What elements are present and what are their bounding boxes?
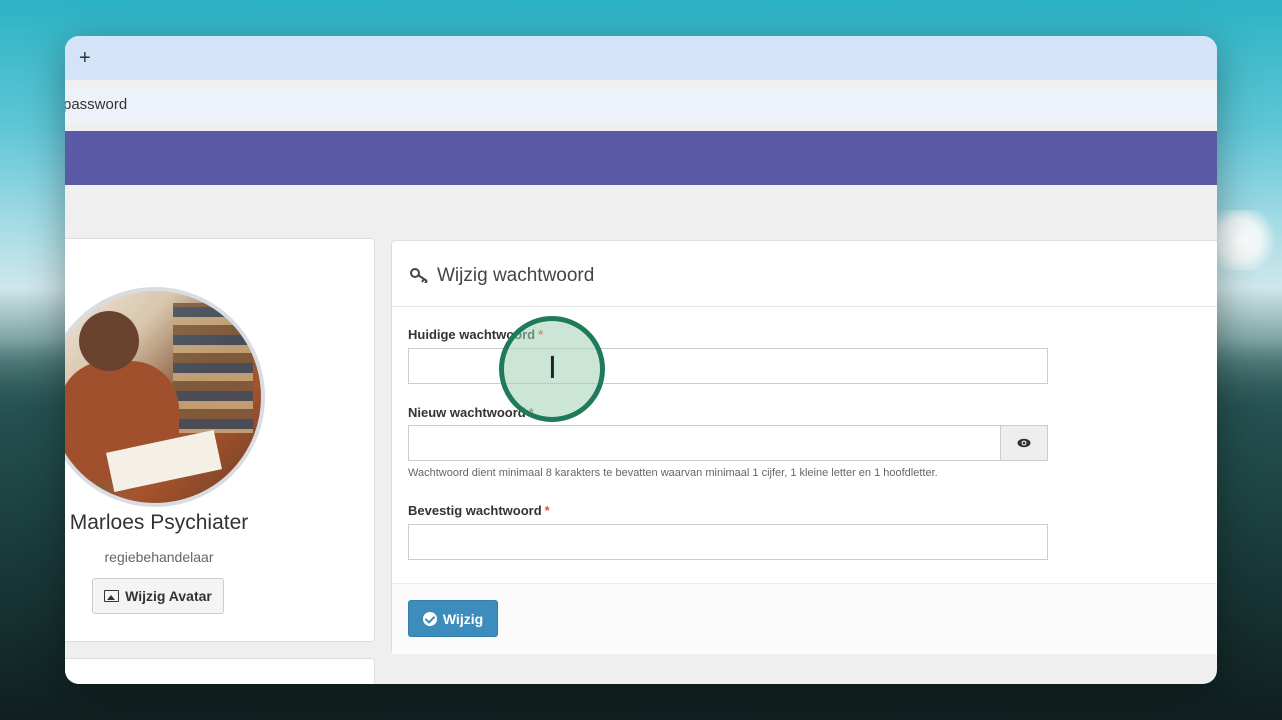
change-password-card: Wijzig wachtwoord Huidige wachtwoord* Ni…	[391, 240, 1217, 654]
confirm-password-label: Bevestig wachtwoord *	[408, 503, 550, 518]
confirm-password-input[interactable]	[408, 524, 1048, 560]
confirm-password-label-text: Bevestig wachtwoord	[408, 503, 542, 518]
required-marker: *	[544, 503, 550, 518]
top-navbar	[65, 131, 1217, 185]
secondary-card	[65, 658, 375, 684]
card-title: Wijzig wachtwoord	[437, 265, 595, 286]
profile-role: regiebehandelaar	[104, 549, 214, 565]
new-password-input[interactable]	[408, 425, 1001, 461]
avatar	[65, 287, 265, 507]
text-cursor-icon: I	[548, 351, 557, 386]
change-avatar-button[interactable]: Wijzig Avatar	[92, 578, 224, 614]
tab-bar: +	[65, 36, 1217, 80]
password-help-text: Wachtwoord dient minimaal 8 karakters te…	[408, 467, 938, 479]
card-footer: Wijzig	[392, 583, 1217, 654]
profile-name: Marloes Psychiater	[69, 511, 249, 534]
browser-window: + password Marloes Psychiater regiebehan…	[65, 36, 1217, 684]
eye-icon	[1017, 438, 1031, 448]
submit-label: Wijzig	[442, 610, 484, 627]
key-icon	[410, 268, 428, 283]
avatar-bookshelf	[173, 303, 253, 433]
toggle-visibility-button[interactable]	[1001, 425, 1048, 461]
profile-card: Marloes Psychiater regiebehandelaar Wijz…	[65, 238, 375, 642]
background-cloud	[1212, 210, 1282, 270]
new-tab-button[interactable]: +	[79, 46, 91, 70]
card-header: Wijzig wachtwoord	[392, 241, 1217, 307]
change-avatar-label: Wijzig Avatar	[125, 588, 212, 604]
check-circle-icon	[422, 611, 437, 626]
address-text: password	[65, 96, 128, 113]
new-password-label-text: Nieuw wachtwoord	[408, 405, 526, 420]
submit-button[interactable]: Wijzig	[408, 600, 498, 637]
address-bar[interactable]: password	[65, 87, 1217, 123]
avatar-head	[79, 311, 139, 371]
cursor-highlight: I	[499, 316, 605, 422]
image-icon	[104, 590, 120, 602]
